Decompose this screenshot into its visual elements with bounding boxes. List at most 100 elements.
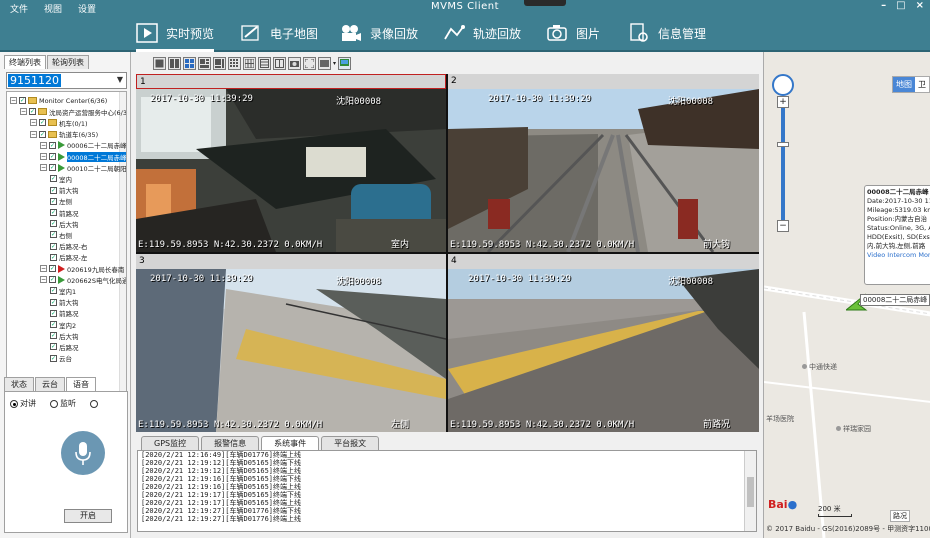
- minimize-button[interactable]: –: [881, 0, 886, 11]
- cell-2-video-front-coupler[interactable]: 2017-10-30 11:39:29 沈阳00008 E:119.59.895…: [448, 89, 759, 252]
- traffic-toggle[interactable]: 路况: [890, 510, 910, 522]
- terminal-search-combo[interactable]: 9151120 ▼: [6, 72, 127, 89]
- tree-checkbox[interactable]: ✓: [39, 119, 46, 127]
- tree-node[interactable]: ✓ 前大钩: [50, 185, 79, 196]
- tree-expand-icon[interactable]: −: [40, 153, 47, 160]
- close-button[interactable]: ×: [916, 0, 924, 11]
- tree-node[interactable]: ✓ 右侧: [50, 229, 72, 240]
- nav-info-management[interactable]: 信息管理: [628, 18, 706, 48]
- cell-4-video-front-road[interactable]: 2017-10-30 11:39:29 沈阳00008 E:119.59.895…: [448, 269, 759, 432]
- radio-dot[interactable]: [90, 399, 98, 408]
- tab-alarm-info[interactable]: 报警信息: [201, 436, 260, 451]
- tree-checkbox[interactable]: ✓: [49, 153, 56, 160]
- zoom-handle[interactable]: [777, 142, 789, 147]
- tree-node[interactable]: − ✓ 00008二十二局赤峰: [40, 151, 126, 162]
- tree-node[interactable]: ✓ 后路况-右: [50, 241, 87, 252]
- tab-polling-list[interactable]: 轮询列表: [47, 55, 89, 69]
- map-panel[interactable]: + − 地图 卫 00008二十二局赤峰 Date:2017-10-30 11:…: [763, 52, 930, 538]
- tree-node[interactable]: − ✓ Monitor Center(6/36): [10, 95, 107, 106]
- tree-checkbox[interactable]: ✓: [50, 332, 57, 340]
- tree-node[interactable]: − ✓ 轨道车(6/35): [30, 129, 98, 140]
- snapshot-icon[interactable]: [288, 57, 301, 70]
- scroll-thumb[interactable]: [747, 477, 754, 507]
- tree-node[interactable]: − ✓ 机车(0/1): [30, 117, 88, 128]
- tree-node[interactable]: ✓ 前路况: [50, 308, 79, 319]
- map-type-satellite[interactable]: 卫: [915, 77, 929, 92]
- map-type-normal[interactable]: 地图: [893, 77, 915, 92]
- tab-ptz[interactable]: 云台: [35, 377, 65, 392]
- tree-node[interactable]: − ✓ 00006二十二局赤峰: [40, 140, 126, 151]
- tree-expand-icon[interactable]: −: [30, 130, 37, 138]
- monitor-icon[interactable]: [338, 57, 352, 70]
- stream-select-icon[interactable]: [318, 57, 331, 70]
- tab-system-events[interactable]: 系统事件: [261, 436, 320, 451]
- tree-node[interactable]: ✓ 云台: [50, 353, 72, 364]
- maximize-button[interactable]: □: [896, 0, 905, 11]
- tree-expand-icon[interactable]: −: [40, 164, 47, 172]
- tab-status[interactable]: 状态: [4, 377, 34, 392]
- zoom-slider[interactable]: [781, 100, 785, 230]
- tree-node[interactable]: ✓ 后路况: [50, 341, 79, 352]
- tree-checkbox[interactable]: ✓: [50, 209, 57, 216]
- tree-node[interactable]: ✓ 后大钩: [50, 218, 79, 229]
- tree-checkbox[interactable]: ✓: [49, 141, 56, 149]
- cell-1-video-cab-interior[interactable]: 2017-10-30 11:39:29 沈阳00008 E:119.59.895…: [136, 89, 446, 252]
- tree-expand-icon[interactable]: −: [40, 276, 47, 284]
- tree-node[interactable]: − ✓ 020662S电气化局通: [40, 274, 126, 285]
- layout-25-icon[interactable]: [258, 57, 271, 70]
- terminal-search-value[interactable]: 9151120: [8, 74, 61, 87]
- chevron-down-icon[interactable]: ▼: [117, 75, 123, 84]
- tree-checkbox[interactable]: ✓: [50, 186, 57, 194]
- vehicle-map-label[interactable]: 00008二十二局赤峰: [860, 294, 930, 306]
- tree-expand-icon[interactable]: −: [40, 265, 47, 272]
- tree-checkbox[interactable]: ✓: [50, 220, 57, 228]
- log-scrollbar[interactable]: [744, 451, 756, 531]
- tree-checkbox[interactable]: ✓: [49, 276, 56, 284]
- popup-links[interactable]: Video Intercom Moni: [867, 251, 930, 260]
- device-tree[interactable]: − ✓ Monitor Center(6/36) − ✓ 沈局资产运营服务中心(6/36)…: [6, 91, 127, 403]
- tree-expand-icon[interactable]: −: [40, 141, 47, 149]
- tree-checkbox[interactable]: ✓: [39, 130, 46, 138]
- video-cell-2[interactable]: 2 2017-10-30 11:39:29 沈阳00008 E:119.59.8…: [448, 74, 759, 252]
- tab-terminal-list[interactable]: 终端列表: [4, 55, 46, 69]
- start-voice-button[interactable]: 开启: [64, 509, 112, 523]
- tree-checkbox[interactable]: ✓: [49, 164, 56, 172]
- microphone-icon[interactable]: [61, 431, 105, 475]
- tree-expand-icon[interactable]: −: [20, 108, 27, 116]
- tree-checkbox[interactable]: ✓: [29, 108, 36, 116]
- radio-dot[interactable]: [10, 399, 18, 408]
- radio-dot[interactable]: [50, 399, 58, 408]
- tree-node[interactable]: ✓ 后路况-左: [50, 252, 87, 263]
- tree-node[interactable]: ✓ 室内: [50, 173, 72, 184]
- tree-checkbox[interactable]: ✓: [50, 231, 57, 239]
- fullscreen-icon[interactable]: [303, 57, 316, 70]
- nav-track-playback[interactable]: 轨迹回放: [443, 18, 521, 48]
- tree-checkbox[interactable]: ✓: [50, 242, 57, 250]
- tree-node[interactable]: ✓ 后大钩: [50, 330, 79, 341]
- tab-voice[interactable]: 语音: [66, 377, 96, 392]
- tab-gps-monitor[interactable]: GPS监控: [141, 436, 200, 451]
- radio-third[interactable]: [90, 399, 100, 408]
- zoom-in-button[interactable]: +: [777, 96, 789, 108]
- tree-expand-icon[interactable]: −: [10, 97, 17, 104]
- tree-expand-icon[interactable]: −: [30, 119, 37, 127]
- nav-pictures[interactable]: 图片: [546, 18, 600, 48]
- layout-4-icon[interactable]: [183, 57, 196, 70]
- layout-16-icon[interactable]: [243, 57, 256, 70]
- nav-live-preview[interactable]: 实时预览: [136, 18, 215, 52]
- dropdown-arrow-icon[interactable]: ▾: [333, 57, 336, 70]
- tree-node[interactable]: − ✓ 020619九局长春南: [40, 263, 124, 274]
- tree-checkbox[interactable]: ✓: [50, 175, 57, 183]
- system-event-log[interactable]: [2020/2/21 12:16:49][车辆D01776]终端上线 [2020/…: [137, 450, 757, 532]
- tree-checkbox[interactable]: ✓: [19, 97, 26, 104]
- layout-9-icon[interactable]: [228, 57, 241, 70]
- tree-node[interactable]: − ✓ 00010二十二局朝阳: [40, 162, 126, 173]
- tree-node[interactable]: ✓ 前大钩: [50, 297, 79, 308]
- tab-platform-messages[interactable]: 平台报文: [321, 436, 380, 451]
- tree-checkbox[interactable]: ✓: [50, 321, 57, 328]
- tree-node[interactable]: ✓ 左侧: [50, 196, 72, 207]
- video-cell-3[interactable]: 3 2017-10-30 11:39:29 沈阳00008 E:119.59.8…: [136, 254, 446, 432]
- video-cell-4[interactable]: 4 2017-10-30 11:39:29 沈阳00008 E:119.59.8…: [448, 254, 759, 432]
- tree-checkbox[interactable]: ✓: [50, 253, 57, 261]
- tree-checkbox[interactable]: ✓: [50, 354, 57, 362]
